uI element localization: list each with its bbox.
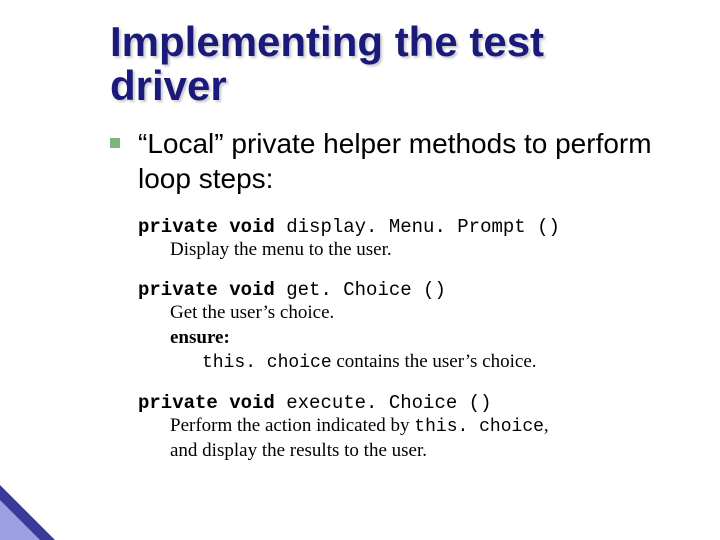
slide-title: Implementing the test driver: [110, 20, 660, 108]
method-desc-line: Perform the action indicated by this. ch…: [170, 414, 660, 439]
method-desc-line: and display the results to the user.: [170, 439, 660, 464]
bullet-item: “Local” private helper methods to perfor…: [110, 126, 660, 196]
method-signature: private void execute. Choice (): [138, 392, 660, 414]
method-block: private void execute. Choice ()Perform t…: [138, 392, 660, 464]
method-desc-line: this. choice contains the user’s choice.: [202, 350, 660, 375]
method-desc-line: Get the user’s choice.: [170, 301, 660, 326]
method-desc-line: ensure:: [170, 326, 660, 351]
method-desc-line: Display the menu to the user.: [170, 238, 660, 263]
method-signature: private void get. Choice (): [138, 279, 660, 301]
method-block: private void get. Choice ()Get the user’…: [138, 279, 660, 376]
method-block: private void display. Menu. Prompt ()Dis…: [138, 216, 660, 263]
bullet-text: “Local” private helper methods to perfor…: [138, 126, 660, 196]
corner-decoration-inner: [0, 500, 40, 540]
bullet-icon: [110, 138, 120, 148]
method-signature: private void display. Menu. Prompt (): [138, 216, 660, 238]
